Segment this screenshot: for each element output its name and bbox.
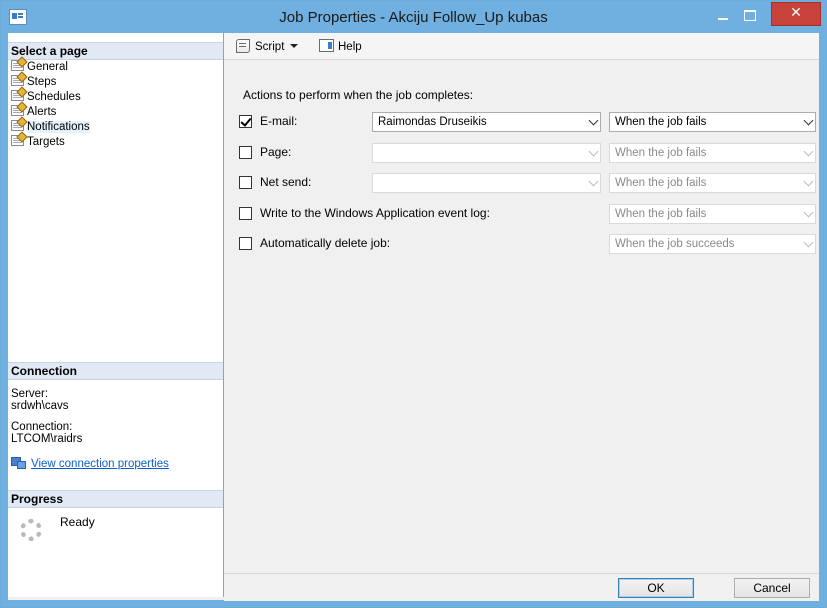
close-button[interactable]: ✕ — [771, 2, 821, 26]
connection-label: Connection: — [11, 421, 73, 433]
toolbar: Script Help — [224, 33, 819, 60]
actions-heading: Actions to perform when the job complete… — [243, 88, 474, 102]
connection-heading: Connection — [8, 362, 223, 380]
help-icon — [319, 39, 334, 52]
page-checkbox[interactable] — [239, 146, 252, 159]
ok-button[interactable]: OK — [618, 578, 694, 598]
page-item-label: General — [27, 61, 68, 73]
net-send-condition-value: When the job fails — [615, 177, 707, 189]
auto-delete-condition-select[interactable]: When the job succeeds — [609, 234, 816, 254]
page-item-alerts[interactable]: Alerts — [11, 105, 56, 120]
page-condition-select[interactable]: When the job fails — [609, 143, 816, 163]
auto-delete-row: Automatically delete job: When the job s… — [239, 234, 819, 254]
script-label: Script — [255, 41, 285, 53]
chevron-down-icon[interactable] — [290, 44, 299, 48]
email-checkbox[interactable] — [239, 115, 252, 128]
window-title: Job Properties - Akciju Follow_Up kubas — [279, 9, 548, 26]
page-item-label: Notifications — [27, 121, 90, 133]
minimize-button[interactable] — [712, 7, 734, 25]
progress-heading: Progress — [8, 490, 223, 508]
page-icon — [11, 75, 24, 86]
net-send-checkbox[interactable] — [239, 176, 252, 189]
chevron-down-icon — [803, 146, 814, 157]
script-button[interactable]: Script — [234, 39, 299, 53]
server-value: srdwh\cavs — [11, 400, 69, 412]
page-item-steps[interactable]: Steps — [11, 75, 56, 90]
help-button[interactable]: Help — [319, 39, 362, 53]
select-page-heading: Select a page — [8, 42, 223, 60]
chevron-down-icon — [588, 115, 599, 126]
maximize-button[interactable] — [739, 7, 761, 25]
page-item-targets[interactable]: Targets — [11, 135, 65, 150]
page-item-label: Targets — [27, 136, 65, 148]
page-row: Page: When the job fails — [239, 143, 819, 163]
chevron-down-icon — [803, 176, 814, 187]
script-icon — [234, 39, 251, 53]
event-log-condition-select[interactable]: When the job fails — [609, 204, 816, 224]
job-properties-window: Job Properties - Akciju Follow_Up kubas … — [0, 0, 827, 608]
cancel-button[interactable]: Cancel — [734, 578, 810, 598]
help-label: Help — [338, 41, 362, 53]
net-send-row: Net send: When the job fails — [239, 173, 819, 193]
page-item-label: Steps — [27, 76, 57, 88]
chevron-down-icon — [588, 176, 599, 187]
net-send-label: Net send: — [260, 175, 312, 189]
event-log-checkbox[interactable] — [239, 207, 252, 220]
email-operator-select[interactable]: Raimondas Druseikis — [372, 112, 601, 132]
page-icon — [11, 105, 24, 116]
email-operator-value: Raimondas Druseikis — [378, 116, 487, 128]
email-label: E-mail: — [260, 114, 298, 128]
view-connection-properties[interactable]: View connection properties — [11, 457, 169, 470]
page-operator-select[interactable] — [372, 143, 601, 163]
page-label: Page: — [260, 145, 292, 159]
page-item-label: Alerts — [27, 106, 57, 118]
net-send-operator-select[interactable] — [372, 173, 601, 193]
chevron-down-icon — [803, 207, 814, 218]
auto-delete-label: Automatically delete job: — [260, 236, 391, 250]
title-bar[interactable]: Job Properties - Akciju Follow_Up kubas … — [1, 1, 826, 33]
page-icon — [11, 135, 24, 146]
chevron-down-icon — [803, 115, 814, 126]
left-panel: Select a page General Steps Schedules Al… — [8, 33, 224, 597]
page-item-label: Schedules — [27, 91, 81, 103]
dialog-client-area: Select a page General Steps Schedules Al… — [8, 33, 819, 601]
progress-status: Ready — [60, 515, 95, 529]
close-icon: ✕ — [790, 5, 802, 21]
server-label: Server: — [11, 388, 49, 400]
connection-properties-icon — [11, 457, 26, 469]
event-log-row: Write to the Windows Application event l… — [239, 204, 819, 224]
page-icon — [11, 60, 24, 71]
event-log-label: Write to the Windows Application event l… — [260, 206, 490, 220]
auto-delete-condition-value: When the job succeeds — [615, 238, 735, 250]
progress-spinner-icon — [20, 519, 42, 541]
page-condition-value: When the job fails — [615, 147, 707, 159]
email-row: E-mail: Raimondas Druseikis When the job… — [239, 112, 819, 132]
page-icon — [11, 90, 24, 101]
auto-delete-checkbox[interactable] — [239, 237, 252, 250]
chevron-down-icon — [588, 146, 599, 157]
connection-value: LTCOM\raidrs — [11, 433, 83, 445]
page-icon — [11, 120, 24, 131]
chevron-down-icon — [803, 237, 814, 248]
notifications-content: Actions to perform when the job complete… — [224, 60, 819, 590]
view-connection-link[interactable]: View connection properties — [31, 458, 169, 470]
net-send-condition-select[interactable]: When the job fails — [609, 173, 816, 193]
email-condition-value: When the job fails — [615, 116, 707, 128]
email-condition-select[interactable]: When the job fails — [609, 112, 816, 132]
dialog-footer: OK Cancel — [224, 573, 819, 601]
event-log-condition-value: When the job fails — [615, 208, 707, 220]
